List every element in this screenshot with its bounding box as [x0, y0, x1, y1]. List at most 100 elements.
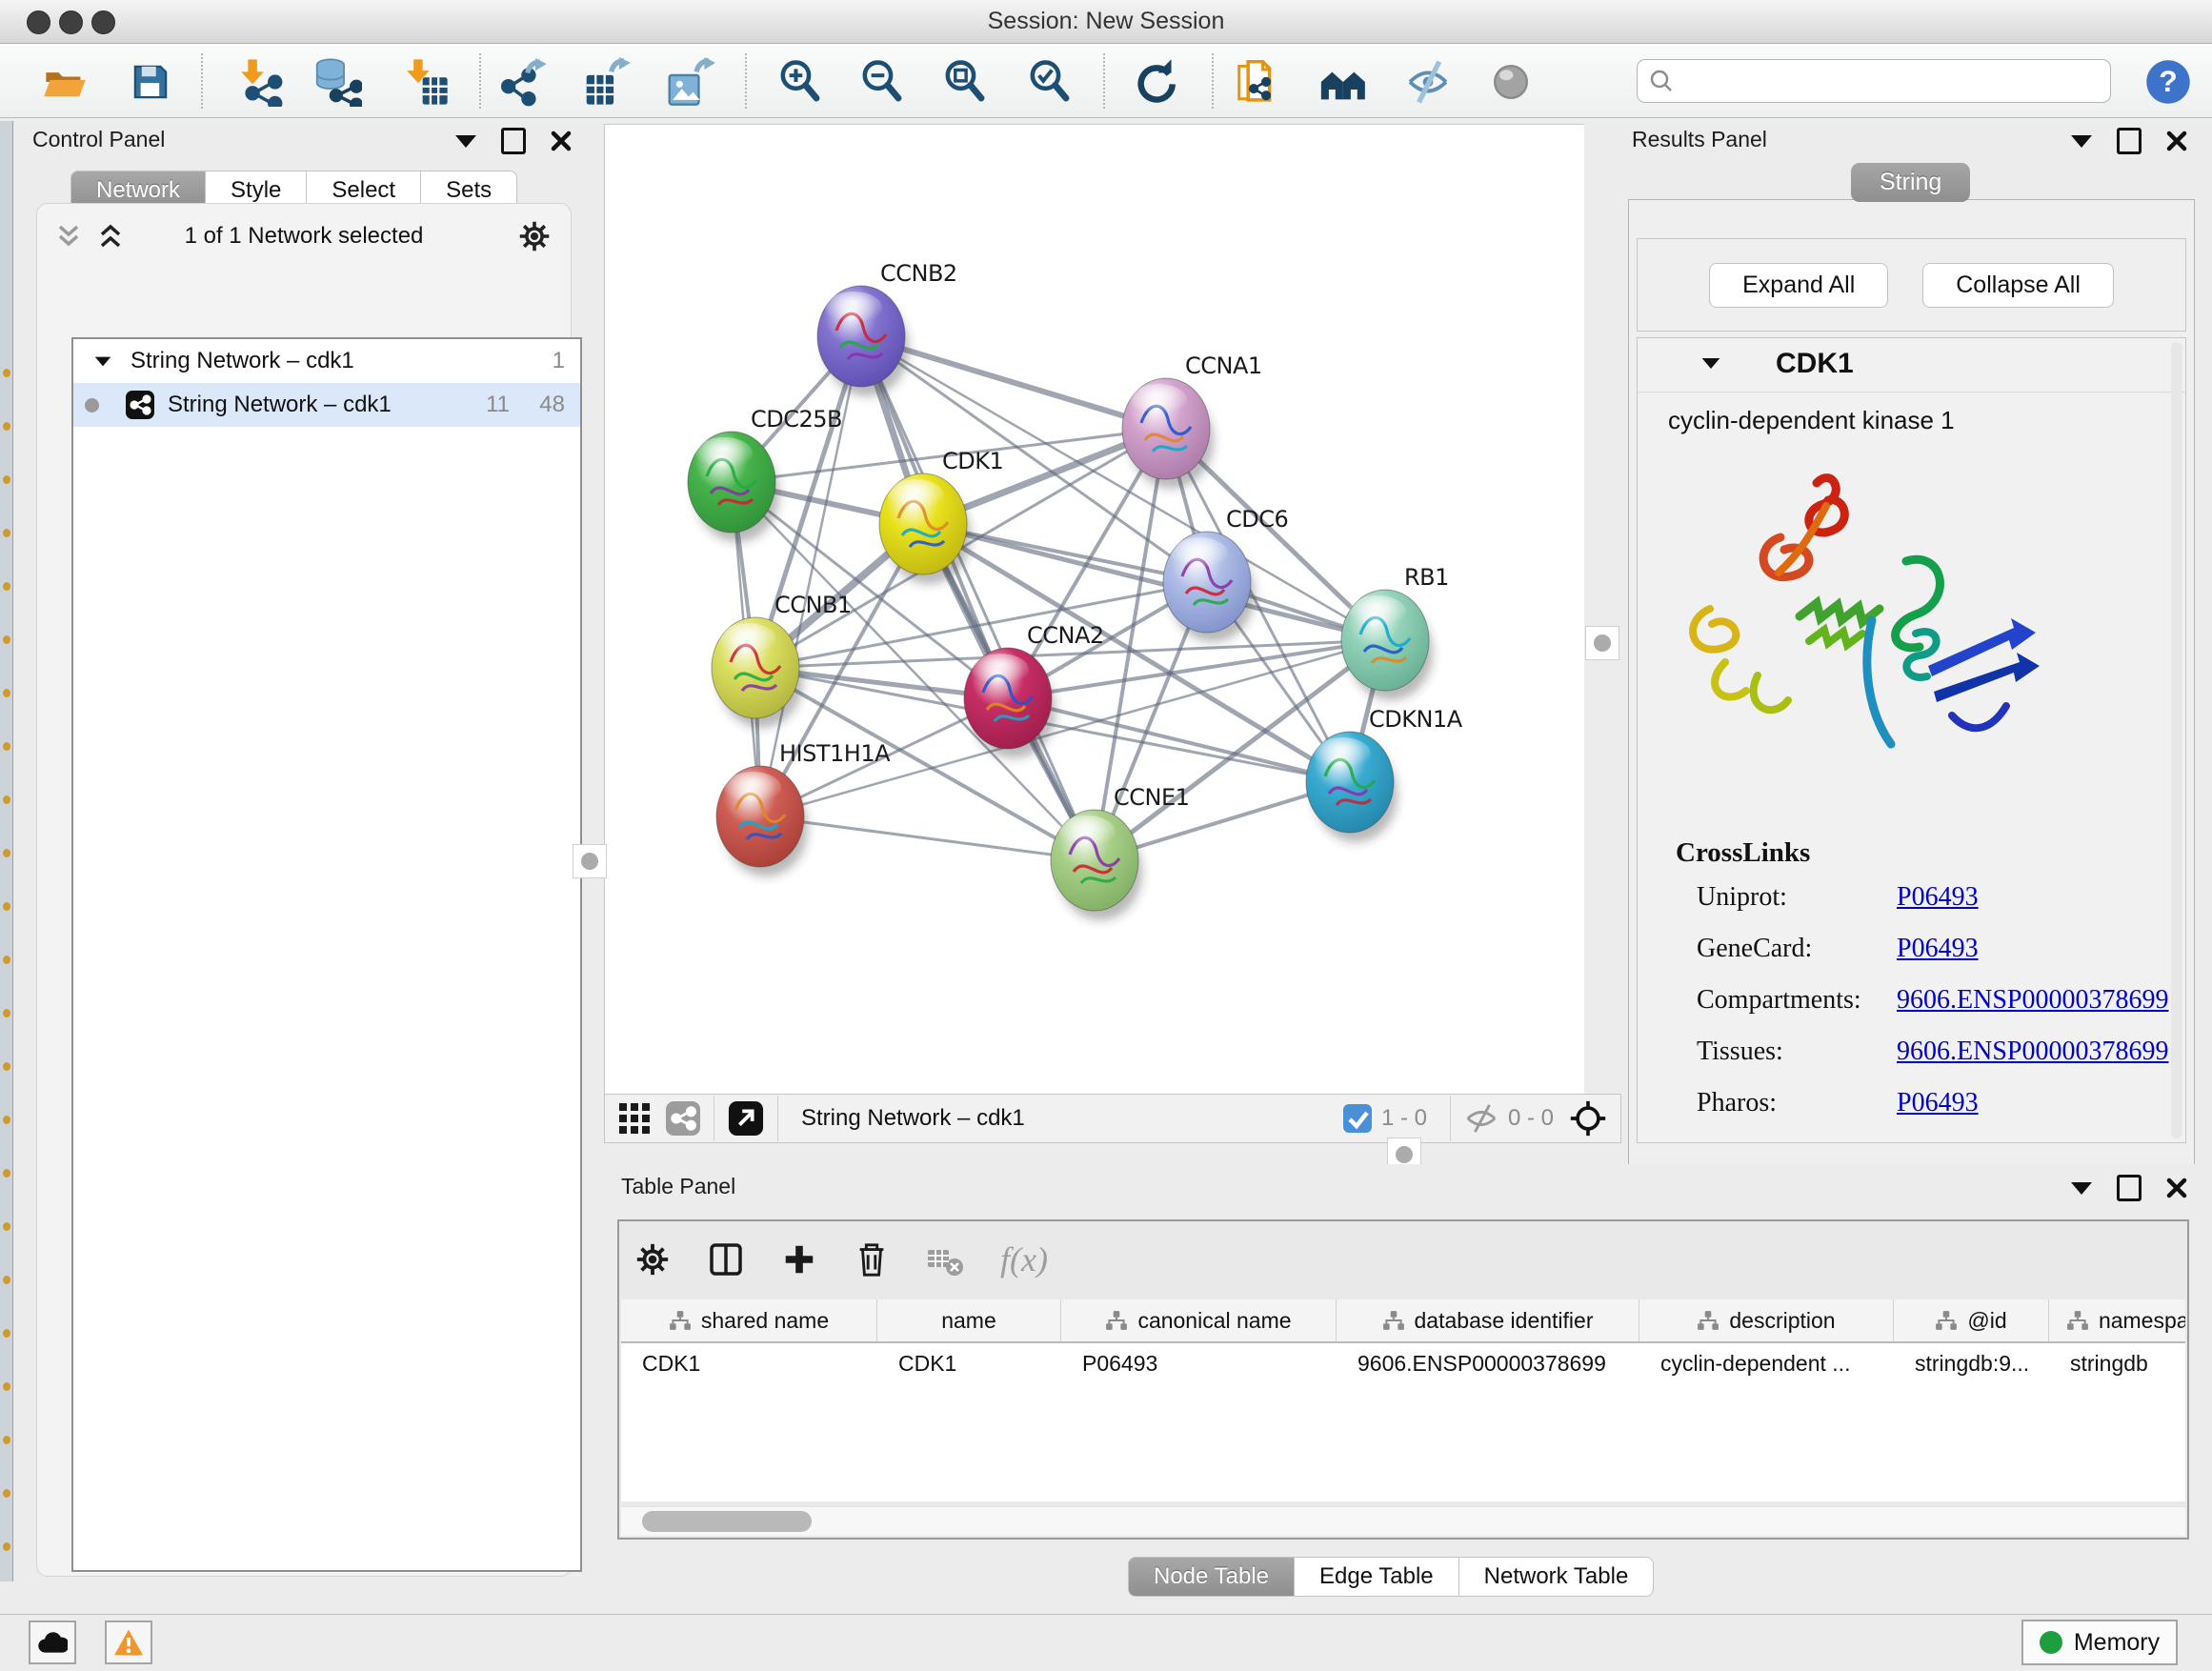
- close-panel-icon[interactable]: [2166, 1178, 2187, 1198]
- detach-view-icon[interactable]: [728, 1100, 764, 1137]
- node-table[interactable]: shared namenamecanonical name database id…: [621, 1299, 2185, 1501]
- zoom-in-icon[interactable]: [774, 57, 827, 107]
- left-splitter-grip[interactable]: [573, 844, 607, 878]
- column-label: description: [1729, 1308, 1835, 1334]
- collection-expander-icon[interactable]: [95, 356, 111, 366]
- string-document-icon[interactable]: [1233, 57, 1286, 107]
- search-input[interactable]: [1679, 67, 2110, 95]
- splitter-grip[interactable]: [1585, 626, 1619, 660]
- results-scrollbar[interactable]: [2171, 342, 2182, 1138]
- table-cell[interactable]: stringdb:9...: [1894, 1343, 2049, 1383]
- close-panel-icon[interactable]: [551, 131, 572, 151]
- node-label-CCNB1: CCNB1: [774, 592, 852, 618]
- expand-all-button[interactable]: Expand All: [1709, 263, 1888, 308]
- network-edge-HIST1H1A-CCNE1[interactable]: [760, 816, 1095, 860]
- column-header-shared-name[interactable]: shared name: [621, 1299, 877, 1341]
- column-header-@id[interactable]: @id: [1894, 1299, 2049, 1341]
- float-panel-icon[interactable]: [2117, 1175, 2142, 1201]
- tab-edge-table[interactable]: Edge Table: [1295, 1557, 1459, 1597]
- crosslink-link[interactable]: 9606.ENSP00000378699: [1897, 985, 2168, 1016]
- panel-menu-icon[interactable]: [2071, 1182, 2092, 1195]
- network-node-HIST1H1A[interactable]: HIST1H1A: [716, 740, 891, 876]
- table-cell[interactable]: CDK1: [621, 1343, 877, 1383]
- gene-expander-icon[interactable]: [1702, 358, 1720, 369]
- column-type-icon: [1382, 1310, 1405, 1331]
- network-node-CDKN1A[interactable]: CDKN1A: [1306, 706, 1463, 842]
- network-node-CCNB1[interactable]: CCNB1: [712, 592, 852, 728]
- network-node-CCNE1[interactable]: CCNE1: [1051, 784, 1189, 920]
- float-panel-icon[interactable]: [501, 128, 526, 154]
- canvas-splitter[interactable]: [1584, 124, 1619, 1094]
- import-network-from-file-icon[interactable]: [231, 57, 285, 107]
- birdseye-view-icon[interactable]: [1569, 1099, 1607, 1137]
- network-canvas[interactable]: CCNB2CCNA1CDC25BCDK1CDC6RB1CCNB1CCNA2CDK…: [604, 124, 1585, 1096]
- import-table-from-file-icon[interactable]: [398, 57, 452, 107]
- help-icon[interactable]: ?: [2142, 57, 2195, 107]
- column-header-name[interactable]: name: [877, 1299, 1061, 1341]
- tab-string[interactable]: String: [1851, 163, 1970, 202]
- delete-column-icon[interactable]: [854, 1240, 890, 1278]
- grid-view-icon[interactable]: [618, 1102, 651, 1135]
- network-node-CCNA1[interactable]: CCNA1: [1122, 352, 1262, 489]
- table-options-gear-icon[interactable]: [634, 1241, 671, 1278]
- open-session-icon[interactable]: [38, 57, 91, 107]
- network-view-icon[interactable]: [666, 1101, 700, 1136]
- crosslink-link[interactable]: 9606.ENSP00000378699: [1897, 1037, 2168, 1067]
- save-session-icon[interactable]: [124, 57, 177, 107]
- network-label: String Network – cdk1: [168, 392, 392, 418]
- panel-menu-icon[interactable]: [2071, 135, 2092, 148]
- scrollbar-thumb[interactable]: [642, 1511, 812, 1532]
- hide-results-icon[interactable]: [1401, 57, 1455, 107]
- network-edge-CCNB2-CCNE1[interactable]: [861, 336, 1095, 860]
- table-cell[interactable]: CDK1: [877, 1343, 1061, 1383]
- results-panel-title: Results Panel: [1632, 127, 1767, 152]
- gene-section-header[interactable]: CDK1: [1638, 338, 2185, 393]
- network-tree: String Network – cdk1 1 String Network –…: [71, 337, 582, 1572]
- tab-node-table[interactable]: Node Table: [1128, 1557, 1295, 1597]
- memory-button[interactable]: Memory: [2021, 1620, 2178, 1665]
- table-cell[interactable]: 9606.ENSP00000378699: [1337, 1343, 1639, 1383]
- table-cell[interactable]: stringdb: [2049, 1343, 2185, 1383]
- show-results-icon[interactable]: [1484, 57, 1538, 107]
- zoom-fit-icon[interactable]: [938, 57, 992, 107]
- export-image-icon[interactable]: [663, 57, 716, 107]
- cloud-status-button[interactable]: [29, 1621, 76, 1664]
- network-node-RB1[interactable]: RB1: [1341, 564, 1449, 700]
- main-toolbar: ?: [0, 44, 2212, 118]
- collapse-all-button[interactable]: Collapse All: [1922, 263, 2114, 308]
- zoom-out-icon[interactable]: [855, 57, 909, 107]
- table-cell[interactable]: P06493: [1061, 1343, 1337, 1383]
- import-network-from-database-icon[interactable]: [311, 57, 364, 107]
- string-home-icon[interactable]: [1317, 57, 1371, 107]
- export-table-icon[interactable]: [580, 57, 633, 107]
- tab-network-table[interactable]: Network Table: [1459, 1557, 1655, 1597]
- update-network-icon[interactable]: [1129, 57, 1182, 107]
- column-label: database identifier: [1415, 1308, 1594, 1334]
- zoom-selected-icon[interactable]: [1023, 57, 1076, 107]
- table-cell[interactable]: cyclin-dependent ...: [1639, 1343, 1894, 1383]
- network-row-selected[interactable]: String Network – cdk1 11 48: [73, 383, 580, 427]
- export-network-icon[interactable]: [496, 57, 550, 107]
- panel-menu-icon[interactable]: [455, 135, 476, 148]
- float-panel-icon[interactable]: [2117, 128, 2142, 154]
- warning-status-button[interactable]: [105, 1621, 152, 1664]
- show-columns-icon[interactable]: [707, 1240, 745, 1278]
- table-horizontal-scrollbar[interactable]: [621, 1506, 2185, 1536]
- crosslink-link[interactable]: P06493: [1897, 882, 1979, 913]
- network-options-gear-icon[interactable]: [517, 219, 552, 253]
- column-header-database-identifier[interactable]: database identifier: [1337, 1299, 1639, 1341]
- column-header-canonical-name[interactable]: canonical name: [1061, 1299, 1337, 1341]
- selected-checkbox-icon[interactable]: [1343, 1104, 1372, 1133]
- column-header-description[interactable]: description: [1639, 1299, 1894, 1341]
- add-column-icon[interactable]: [781, 1241, 817, 1278]
- network-collection-row[interactable]: String Network – cdk1 1: [73, 339, 580, 383]
- network-node-count: 11: [486, 392, 510, 418]
- table-row[interactable]: CDK1CDK1P064939606.ENSP00000378699cyclin…: [621, 1343, 2185, 1383]
- node-label-CCNB2: CCNB2: [880, 260, 957, 287]
- crosslink-link[interactable]: P06493: [1897, 1088, 1979, 1118]
- network-node-CCNB2[interactable]: CCNB2: [817, 260, 957, 396]
- close-panel-icon[interactable]: [2166, 131, 2187, 151]
- search-field[interactable]: [1637, 59, 2111, 103]
- crosslink-link[interactable]: P06493: [1897, 934, 1979, 964]
- column-header-namespac[interactable]: namespac: [2049, 1299, 2185, 1341]
